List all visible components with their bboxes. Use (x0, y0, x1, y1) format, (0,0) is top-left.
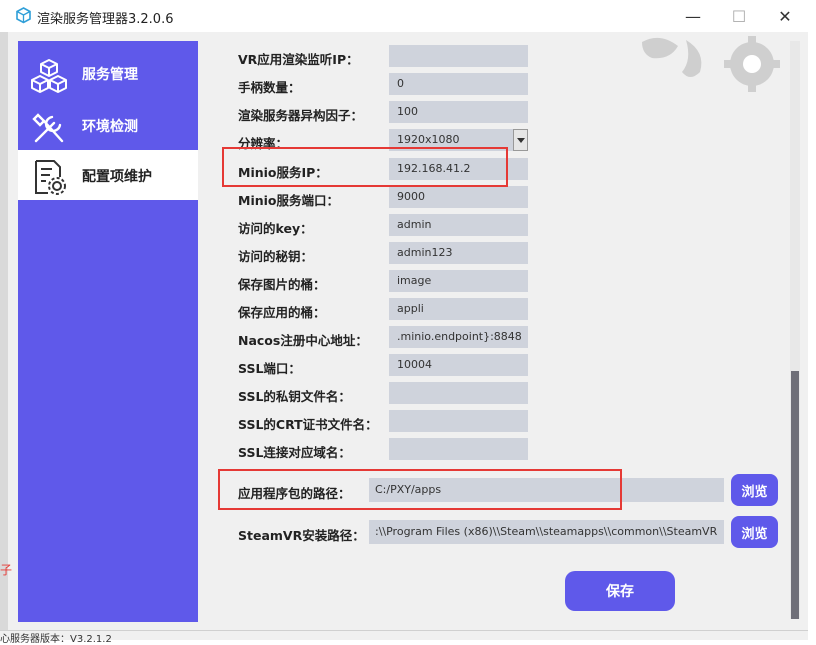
highlight-box-app-path (218, 469, 622, 510)
highlight-box-minio-ip (222, 147, 508, 187)
save-button[interactable]: 保存 (565, 571, 675, 611)
vertical-scrollbar[interactable] (790, 41, 800, 619)
ssl-port-field[interactable]: 10004 (389, 354, 528, 376)
access-key-field[interactable]: admin (389, 214, 528, 236)
image-bucket-field[interactable]: image (389, 270, 528, 292)
background-window-text: 心服务器版本：V3.2.1.2 (0, 634, 112, 645)
sidebar-item-environment-check[interactable]: 环境检测 (18, 100, 198, 152)
vr-listen-ip-field[interactable] (389, 45, 528, 67)
form-label: 访问的秘钥： (238, 249, 314, 264)
browse-app-path-button[interactable]: 浏览 (731, 474, 778, 506)
scrollbar-thumb[interactable] (791, 371, 799, 619)
ssl-domain-field[interactable] (389, 438, 528, 460)
cubes-icon (31, 59, 67, 93)
sidebar-item-label: 配置项维护 (82, 169, 152, 185)
form-label: Nacos注册中心地址： (238, 333, 368, 348)
settings-doc-icon (35, 160, 66, 195)
form-label: VR应用渲染监听IP： (238, 52, 359, 67)
form-label: 手柄数量： (238, 80, 301, 95)
ssl-key-file-field[interactable] (389, 382, 528, 404)
chevron-down-icon[interactable] (513, 129, 528, 151)
minimize-button[interactable]: — (670, 0, 716, 32)
form-label: SSL的CRT证书文件名： (238, 417, 378, 432)
controller-count-field[interactable]: 0 (389, 73, 528, 95)
steamvr-path-field[interactable]: :\\Program Files (x86)\\Steam\\steamapps… (369, 520, 724, 544)
app-logo-icon (16, 7, 31, 24)
form-label: 访问的key： (238, 221, 313, 236)
form-label: SteamVR安装路径： (238, 528, 365, 543)
heterogeneity-factor-field[interactable]: 100 (389, 101, 528, 123)
background-window-edge (0, 32, 8, 639)
form-label: SSL的私钥文件名： (238, 389, 351, 404)
form-label: 保存图片的桶： (238, 277, 326, 292)
sidebar-item-label: 环境检测 (82, 119, 138, 135)
background-window-text: 子 (0, 563, 13, 577)
window-title: 渲染服务管理器3.2.0.6 (37, 12, 174, 27)
form-label: SSL端口： (238, 361, 301, 376)
sidebar-item-service-management[interactable]: 服务管理 (18, 48, 198, 100)
sidebar-item-config-maintenance[interactable]: 配置项维护 (18, 150, 198, 200)
minio-port-field[interactable]: 9000 (389, 186, 528, 208)
ssl-crt-file-field[interactable] (389, 410, 528, 432)
form-label: 保存应用的桶： (238, 305, 326, 320)
form-label: 渲染服务器异构因子： (238, 108, 364, 123)
tools-icon (32, 113, 64, 143)
sidebar-item-label: 服务管理 (82, 67, 138, 83)
title-bar: 渲染服务管理器3.2.0.6 — ☐ ✕ (0, 0, 816, 32)
nacos-address-field[interactable]: .minio.endpoint}:8848 (389, 326, 528, 348)
app-bucket-field[interactable]: appli (389, 298, 528, 320)
watermark-logo-icon (642, 36, 780, 92)
form-label: SSL连接对应域名： (238, 445, 351, 460)
sidebar: 服务管理 环境检测 配置项维护 (18, 41, 198, 622)
close-button[interactable]: ✕ (762, 0, 808, 32)
form-label: Minio服务端口： (238, 193, 339, 208)
maximize-button[interactable]: ☐ (716, 0, 762, 32)
secret-key-field[interactable]: admin123 (389, 242, 528, 264)
browse-steamvr-path-button[interactable]: 浏览 (731, 516, 778, 548)
